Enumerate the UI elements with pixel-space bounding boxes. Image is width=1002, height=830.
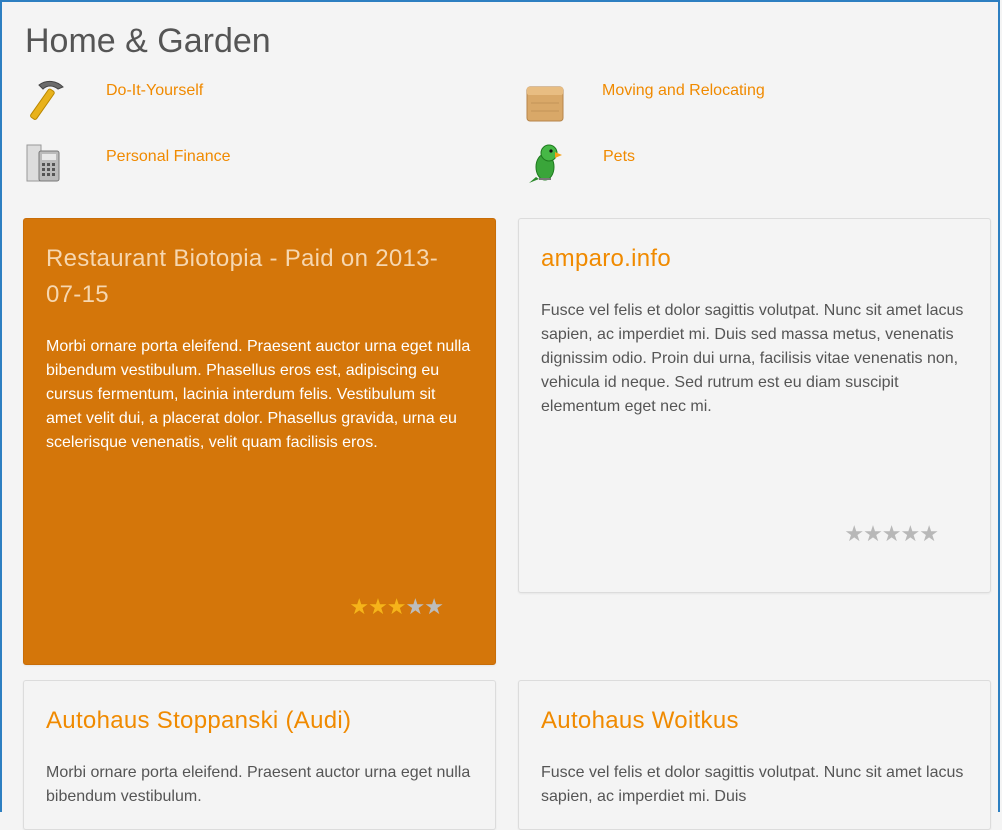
- listing-card[interactable]: Autohaus Stoppanski (Audi) Morbi ornare …: [23, 680, 496, 830]
- listing-title[interactable]: Autohaus Woitkus: [541, 703, 968, 739]
- star-empty-icon: ★: [844, 521, 864, 546]
- hammer-icon: [25, 80, 65, 122]
- category-item-diy[interactable]: Do-It-Yourself: [25, 80, 203, 122]
- category-item-finance[interactable]: Personal Finance: [25, 140, 231, 182]
- listing-title[interactable]: amparo.info: [541, 241, 968, 277]
- calculator-icon: [25, 140, 65, 182]
- star-empty-icon: ★: [900, 521, 921, 546]
- category-link-pets[interactable]: Pets: [603, 148, 635, 166]
- star-empty-icon: ★: [919, 521, 939, 546]
- page-title: Home & Garden: [25, 22, 271, 60]
- star-empty-icon: ★: [405, 594, 426, 619]
- listing-title[interactable]: Restaurant Biotopia - Paid on 2013-07-15: [46, 241, 473, 313]
- listing-card[interactable]: amparo.info Fusce vel felis et dolor sag…: [518, 218, 991, 593]
- listing-description: Morbi ornare porta eleifend. Praesent au…: [46, 764, 471, 805]
- star-empty-icon: ★: [863, 521, 883, 546]
- listing-title[interactable]: Autohaus Stoppanski (Audi): [46, 703, 473, 739]
- category-link-moving[interactable]: Moving and Relocating: [602, 82, 765, 100]
- parrot-icon: [525, 140, 565, 183]
- star-filled-icon: ★: [368, 594, 388, 619]
- rating-stars: ★★★★★: [844, 521, 939, 547]
- category-link-finance[interactable]: Personal Finance: [106, 148, 231, 166]
- star-filled-icon: ★: [386, 594, 407, 619]
- listing-description: Morbi ornare porta eleifend. Praesent au…: [46, 338, 471, 451]
- box-icon: [525, 80, 565, 122]
- listing-card[interactable]: Autohaus Woitkus Fusce vel felis et dolo…: [518, 680, 991, 830]
- star-empty-icon: ★: [424, 594, 444, 619]
- star-filled-icon: ★: [349, 594, 369, 619]
- category-item-pets[interactable]: Pets: [525, 140, 635, 183]
- listing-card-featured[interactable]: Restaurant Biotopia - Paid on 2013-07-15…: [23, 218, 496, 665]
- category-link-diy[interactable]: Do-It-Yourself: [106, 82, 203, 100]
- listing-description: Fusce vel felis et dolor sagittis volutp…: [541, 764, 964, 805]
- category-item-moving[interactable]: Moving and Relocating: [525, 80, 765, 122]
- star-empty-icon: ★: [881, 521, 902, 546]
- rating-stars: ★★★★★: [349, 594, 444, 620]
- listing-description: Fusce vel felis et dolor sagittis volutp…: [541, 302, 964, 415]
